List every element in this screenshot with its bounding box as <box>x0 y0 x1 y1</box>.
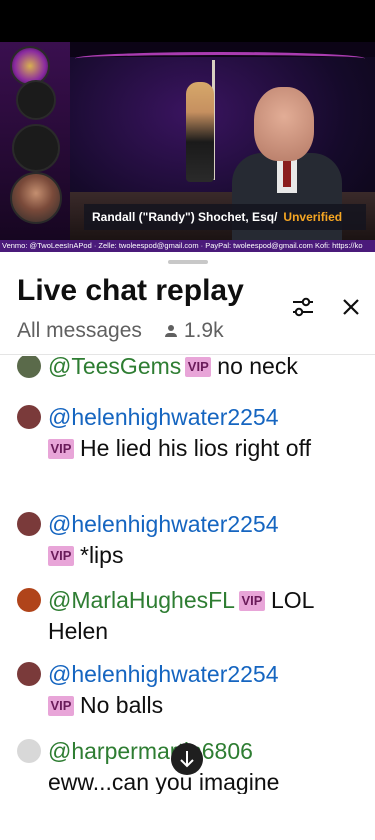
vip-badge: VIP <box>185 357 212 377</box>
neon-light <box>75 52 365 65</box>
viewer-count: 1.9k <box>164 319 224 343</box>
avatar[interactable] <box>17 662 41 686</box>
stage-figure <box>186 82 214 182</box>
message-text: no neck <box>217 356 298 379</box>
message-author[interactable]: @MarlaHughesFL <box>48 587 235 613</box>
chat-messages[interactable]: @TeesGems VIP no neck @helenhighwater2254 V… <box>0 356 375 794</box>
chat-title: Live chat replay <box>17 274 244 307</box>
divider <box>0 354 375 355</box>
guest-thumbnail <box>12 124 60 172</box>
message-text: eww...can you imagine <box>48 769 280 794</box>
live-chat-panel: Live chat replay All messages 1.9k @Tees… <box>0 252 375 840</box>
vip-badge: VIP <box>48 546 74 566</box>
message-text: *lips <box>80 542 124 568</box>
guest-thumbnail <box>10 172 62 224</box>
video-side-panel <box>0 42 70 242</box>
scroll-down-button[interactable] <box>171 743 203 775</box>
message-text: He lied his lios right off <box>80 435 311 461</box>
status-bar <box>0 0 375 42</box>
vip-badge: VIP <box>48 439 74 459</box>
video-player[interactable]: Randall ("Randy") Shochet, Esq/ Unverifi… <box>0 42 375 242</box>
lower-third-status: Unverified <box>283 210 343 224</box>
message-author[interactable]: @helenhighwater2254 <box>48 511 279 537</box>
message-text: No balls <box>80 692 164 718</box>
avatar[interactable] <box>17 512 41 536</box>
arrow-down-icon <box>180 751 194 768</box>
lower-third-name: Randall ("Randy") Shochet, Esq/ <box>92 210 278 224</box>
chat-footer <box>0 794 375 840</box>
avatar[interactable] <box>17 356 41 378</box>
close-icon[interactable] <box>334 290 368 324</box>
viewer-count-value: 1.9k <box>183 319 224 342</box>
chat-filter[interactable]: All messages <box>17 319 142 343</box>
message-author[interactable]: @helenhighwater2254 <box>48 661 279 687</box>
vip-badge: VIP <box>238 591 265 611</box>
lower-third: Randall ("Randy") Shochet, Esq/ Unverifi… <box>84 204 366 230</box>
guest-thumbnail <box>16 80 56 120</box>
avatar[interactable] <box>17 739 41 763</box>
chat-filter-row: All messages 1.9k <box>17 319 224 343</box>
donation-ticker: Venmo: @TwoLeesInAPod · Zelle: twoleespo… <box>0 240 375 252</box>
message-author[interactable]: @TeesGems <box>48 356 181 379</box>
message-author[interactable]: @harpermartin6806 <box>48 738 253 764</box>
drag-handle[interactable] <box>168 260 208 264</box>
vip-badge: VIP <box>48 696 74 716</box>
avatar[interactable] <box>17 588 41 612</box>
avatar[interactable] <box>17 405 41 429</box>
tune-icon[interactable] <box>286 290 320 324</box>
message-author[interactable]: @helenhighwater2254 <box>48 404 279 430</box>
person-icon <box>164 324 178 338</box>
